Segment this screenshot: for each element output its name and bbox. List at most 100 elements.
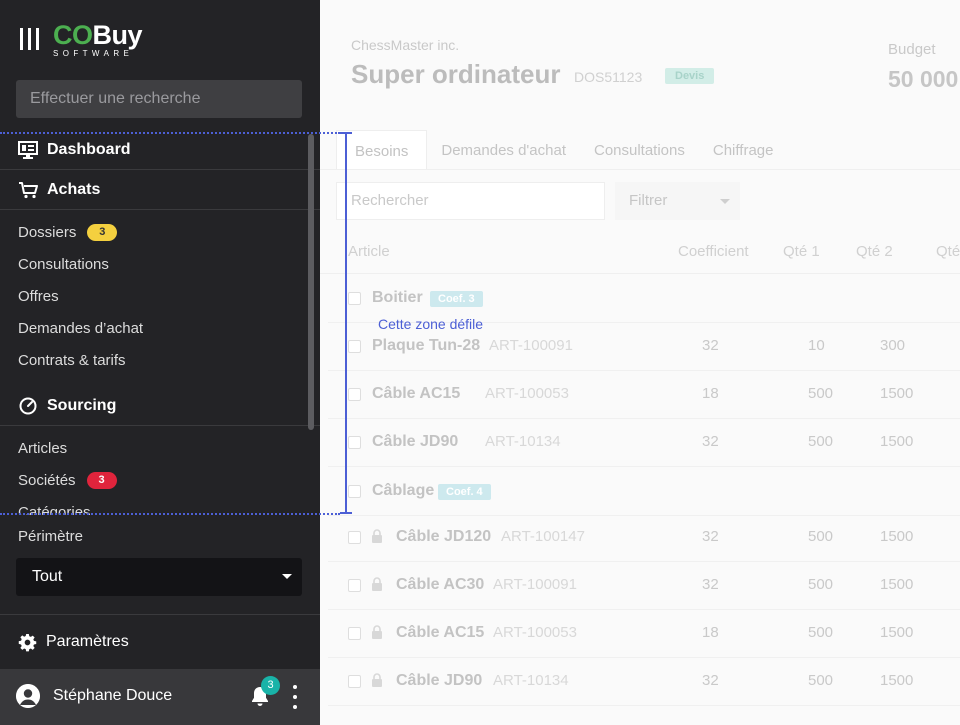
article-name: Câble JD90 [372,433,459,450]
article-code: ART-100091 [493,576,577,593]
article-name: Plaque Tun-28 [372,337,481,354]
column-qte3[interactable]: Qté [936,243,960,260]
table-row[interactable]: Câble AC15 ART-100053 18 500 1500 [328,610,960,658]
tab-consultations[interactable]: Consultations [580,130,699,170]
tab-chiffrage[interactable]: Chiffrage [699,130,788,170]
qte1-value: 500 [808,528,834,545]
table-row[interactable]: Câble JD90 ART-10134 32 500 1500 [328,658,960,706]
qte1-value: 500 [808,624,834,641]
scroll-zone-bottom-line [0,513,340,515]
qte2-value: 1500 [880,433,914,450]
coef-badge: Coef. 4 [438,484,491,500]
settings-link[interactable]: Paramètres [18,630,129,654]
group-row-cablage[interactable]: Câblage Coef. 4 [328,468,960,516]
brand-tagline: SOFTWARE [53,49,134,58]
lock-icon [371,673,383,692]
gauge-icon [18,396,38,416]
row-checkbox[interactable] [348,531,361,544]
logo-bars-icon [20,28,39,50]
qte1-value: 500 [808,433,834,450]
article-code: ART-100147 [501,528,585,545]
more-menu-icon[interactable] [291,685,299,709]
scroll-zone-bracket [345,133,347,514]
table-search-input[interactable]: Rechercher [336,182,605,220]
lock-icon [371,625,383,644]
column-qte1[interactable]: Qté 1 [783,243,820,260]
table-row[interactable]: Câble AC30 ART-100091 32 500 1500 [328,562,960,610]
coef-value: 18 [702,624,719,641]
row-checkbox[interactable] [348,436,361,449]
sidebar-item-label: Consultations [18,255,109,273]
filter-dropdown[interactable]: Filtrer [615,182,740,220]
row-checkbox[interactable] [348,675,361,688]
sidebar-item-articles[interactable]: Articles [0,432,320,464]
count-badge: 3 [86,471,117,489]
perimetre-label: Périmètre [18,528,84,545]
column-qte2[interactable]: Qté 2 [856,243,893,260]
sidebar-item-label: Offres [18,287,59,305]
row-checkbox[interactable] [348,579,361,592]
article-name: Câble JD120 [396,528,492,545]
sidebar-item-demandes-achat[interactable]: Demandes d’achat [0,312,320,344]
row-checkbox[interactable] [348,485,361,498]
sidebar-item-offres[interactable]: Offres [0,280,320,312]
sidebar-item-consultations[interactable]: Consultations [0,248,320,280]
article-name: Câble AC15 [396,624,485,641]
status-badge: Devis [665,68,715,84]
sidebar-nav[interactable]: Dashboard Achats Dossiers 3 Consultation… [0,130,320,515]
sidebar-item-contrats-tarifs[interactable]: Contrats & tarifs [0,344,320,376]
sidebar-item-label: Articles [18,439,68,457]
article-code: ART-100053 [493,624,577,641]
qte1-value: 500 [808,385,834,402]
sidebar-scrollbar[interactable] [308,134,314,430]
cart-icon [18,180,38,200]
sidebar-item-dossiers[interactable]: Dossiers 3 [0,216,320,248]
lock-icon [371,529,383,548]
logo[interactable]: COBuy SOFTWARE [20,22,143,62]
company-name: ChessMaster inc. [351,37,460,53]
search-input[interactable] [16,80,302,118]
qte2-value: 1500 [880,385,914,402]
sidebar-item-label: Sociétés [18,471,76,489]
coef-value: 32 [702,672,719,689]
article-name: Câble AC15 [372,385,461,402]
budget-label: Budget [888,41,936,58]
row-checkbox[interactable] [348,292,361,305]
sidebar-item-dashboard[interactable]: Dashboard [0,130,320,170]
row-checkbox[interactable] [348,388,361,401]
settings-label: Paramètres [46,633,129,650]
column-coefficient[interactable]: Coefficient [678,243,749,260]
qte2-value: 1500 [880,576,914,593]
folder-reference: DOS51123 [574,69,643,85]
sidebar: COBuy SOFTWARE Dashboard Achats Dossiers… [0,0,320,725]
table-row[interactable]: Câble JD90 ART-10134 32 500 1500 [328,419,960,467]
notification-count-badge: 3 [261,676,280,695]
tab-besoins[interactable]: Besoins [336,130,428,170]
user-name[interactable]: Stéphane Douce [53,687,172,705]
table-row[interactable]: Câble AC15 ART-100053 18 500 1500 [328,371,960,419]
perimetre-select[interactable]: Tout [16,558,302,596]
sidebar-section-sourcing[interactable]: Sourcing [0,386,320,426]
divider [0,614,320,615]
qte2-value: 1500 [880,624,914,641]
article-code: ART-100091 [489,337,573,354]
table-header: Article Coefficient Qté 1 Qté 2 Qté [320,230,960,274]
group-name: Boitier [372,289,423,306]
row-checkbox[interactable] [348,627,361,640]
sidebar-section-achats[interactable]: Achats [0,170,320,210]
article-name: Câble JD90 [396,672,483,689]
article-code: ART-100053 [485,385,569,402]
column-article[interactable]: Article [348,243,390,260]
table-row[interactable]: Câble JD120 ART-100147 32 500 1500 [328,514,960,562]
count-badge: 3 [87,223,118,241]
avatar[interactable] [16,684,40,708]
monitor-icon [18,140,38,160]
tabs: Besoins Demandes d'achat Consultations C… [336,130,787,170]
sidebar-item-label: Demandes d’achat [18,319,144,337]
tabs-divider [320,169,960,170]
sidebar-item-societes[interactable]: Sociétés 3 [0,464,320,496]
row-checkbox[interactable] [348,340,361,353]
chevron-down-icon [282,574,292,579]
scroll-zone-tick-top [340,132,352,134]
tab-demandes-achat[interactable]: Demandes d'achat [427,130,580,170]
